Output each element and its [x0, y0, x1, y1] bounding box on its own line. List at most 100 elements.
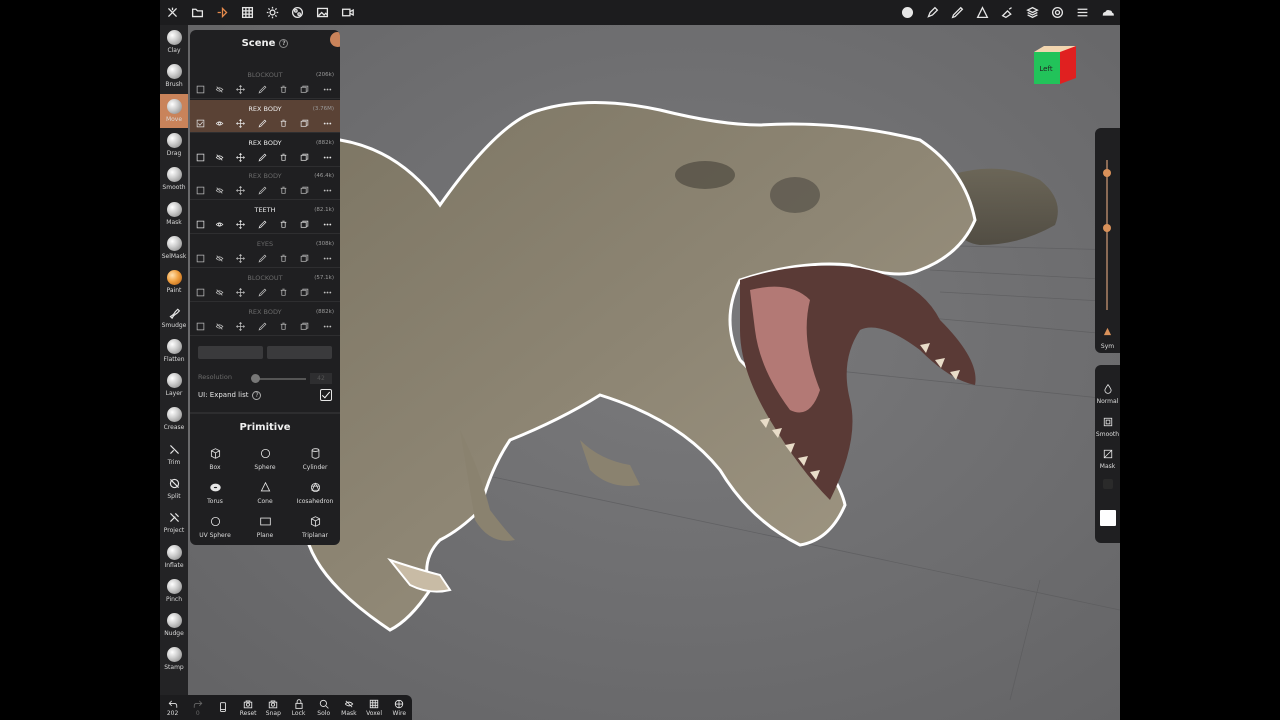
resolution-value[interactable]: 42 [310, 373, 332, 384]
resolution-slider[interactable] [254, 378, 306, 380]
layer-select-checkbox[interactable] [195, 118, 206, 129]
rename-pencil-icon[interactable] [257, 118, 268, 129]
move-icon[interactable] [235, 118, 246, 129]
bottom-phone-button[interactable] [210, 695, 235, 720]
duplicate-icon[interactable] [299, 253, 310, 264]
more-dots-icon[interactable] [322, 84, 333, 95]
layer-item[interactable]: EYES (308k) [190, 235, 340, 268]
primitive-sphere[interactable]: Sphere [240, 446, 290, 478]
duplicate-icon[interactable] [299, 84, 310, 95]
menu-icon[interactable] [1070, 0, 1095, 25]
tool-flatten[interactable]: Flatten [160, 334, 188, 368]
layer-item[interactable]: BLOCKOUT (206k) [190, 66, 340, 99]
bottom-reset-button[interactable]: Reset [236, 695, 261, 720]
duplicate-icon[interactable] [299, 287, 310, 298]
primitive-plane[interactable]: Plane [240, 514, 290, 545]
duplicate-icon[interactable] [299, 118, 310, 129]
more-dots-icon[interactable] [322, 152, 333, 163]
more-dots-icon[interactable] [322, 287, 333, 298]
grid-icon[interactable] [235, 0, 260, 25]
layer-action-button-1[interactable] [198, 346, 263, 359]
radius-slider-knob[interactable] [1103, 168, 1111, 177]
tool-selmask[interactable]: SelMask [160, 231, 188, 265]
resolution-slider-knob[interactable] [251, 374, 261, 383]
pen-icon[interactable] [920, 0, 945, 25]
hidden-eye-icon[interactable] [214, 287, 225, 298]
tool-split[interactable]: Split [160, 471, 188, 505]
duplicate-icon[interactable] [299, 219, 310, 230]
rename-pencil-icon[interactable] [257, 287, 268, 298]
delete-trash-icon[interactable] [278, 219, 289, 230]
more-dots-icon[interactable] [322, 118, 333, 129]
tool-pinch[interactable]: Pinch [160, 574, 188, 608]
pin-icon[interactable] [330, 32, 340, 47]
visibility-eye-icon[interactable] [214, 118, 225, 129]
video-icon[interactable] [335, 0, 360, 25]
view-cube[interactable]: Left [1032, 44, 1078, 86]
hidden-eye-icon[interactable] [214, 253, 225, 264]
layer-select-checkbox[interactable] [195, 152, 206, 163]
tool-smudge[interactable]: Smudge [160, 299, 188, 333]
rename-pencil-icon[interactable] [257, 152, 268, 163]
primitive-box[interactable]: Box [190, 446, 240, 478]
triangle-icon[interactable] [970, 0, 995, 25]
tool-mask[interactable]: Mask [160, 196, 188, 230]
expand-list-checkbox[interactable] [320, 389, 332, 401]
rename-pencil-icon[interactable] [257, 185, 268, 196]
rename-pencil-icon[interactable] [257, 84, 268, 95]
layer-action-button-2[interactable] [267, 346, 332, 359]
move-icon[interactable] [235, 185, 246, 196]
help-icon[interactable]: ? [252, 391, 262, 400]
tool-stamp[interactable]: Stamp [160, 642, 188, 676]
bottom-voxel-button[interactable]: Voxel [362, 695, 387, 720]
layer-select-checkbox[interactable] [195, 219, 206, 230]
delete-trash-icon[interactable] [278, 253, 289, 264]
primitive-uv-sphere[interactable]: UV Sphere [190, 514, 240, 545]
layer-select-checkbox[interactable] [195, 185, 206, 196]
bottom-lock-button[interactable]: Lock [286, 695, 311, 720]
hidden-eye-icon[interactable] [214, 185, 225, 196]
move-icon[interactable] [235, 253, 246, 264]
right-mask-button[interactable]: Mask [1095, 444, 1120, 470]
tool-crease[interactable]: Crease [160, 402, 188, 436]
tool-brush[interactable]: Brush [160, 59, 188, 93]
tool-nudge[interactable]: Nudge [160, 608, 188, 642]
radius-slider[interactable] [1106, 160, 1108, 310]
delete-trash-icon[interactable] [278, 152, 289, 163]
material-icon[interactable] [285, 0, 310, 25]
bottom-wire-button[interactable]: Wire [387, 695, 412, 720]
moon-icon[interactable] [895, 0, 920, 25]
tool-paint[interactable]: Paint [160, 265, 188, 299]
layer-select-checkbox[interactable] [195, 287, 206, 298]
brush-icon[interactable] [995, 0, 1020, 25]
tool-trim[interactable]: Trim [160, 437, 188, 471]
hidden-eye-icon[interactable] [214, 84, 225, 95]
bottom-mask-button[interactable]: Mask [336, 695, 361, 720]
primitive-torus[interactable]: Torus [190, 480, 240, 512]
duplicate-icon[interactable] [299, 185, 310, 196]
layer-item[interactable]: REX BODY (882k) [190, 303, 340, 336]
settings-icon[interactable] [1045, 0, 1070, 25]
folder-icon[interactable] [185, 0, 210, 25]
delete-trash-icon[interactable] [278, 118, 289, 129]
delete-trash-icon[interactable] [278, 185, 289, 196]
tool-inflate[interactable]: Inflate [160, 539, 188, 573]
sym-toggle[interactable]: Sym [1095, 321, 1120, 350]
more-dots-icon[interactable] [322, 219, 333, 230]
layer-item[interactable]: TEETH (82.1k) [190, 201, 340, 235]
hidden-eye-icon[interactable] [214, 321, 225, 332]
layer-item[interactable]: REX BODY (3.76M) [190, 99, 340, 133]
bottom-202-button[interactable]: 202 [160, 695, 185, 720]
layer-select-checkbox[interactable] [195, 84, 206, 95]
image-icon[interactable] [310, 0, 335, 25]
tool-clay[interactable]: Clay [160, 25, 188, 59]
color-swatch-white[interactable] [1100, 510, 1116, 526]
hidden-eye-icon[interactable] [214, 152, 225, 163]
layer-select-checkbox[interactable] [195, 321, 206, 332]
duplicate-icon[interactable] [299, 321, 310, 332]
layer-select-checkbox[interactable] [195, 253, 206, 264]
move-icon[interactable] [235, 84, 246, 95]
layers-icon[interactable] [1020, 0, 1045, 25]
bottom-snap-button[interactable]: Snap [261, 695, 286, 720]
bottom-0-button[interactable]: 0 [185, 695, 210, 720]
